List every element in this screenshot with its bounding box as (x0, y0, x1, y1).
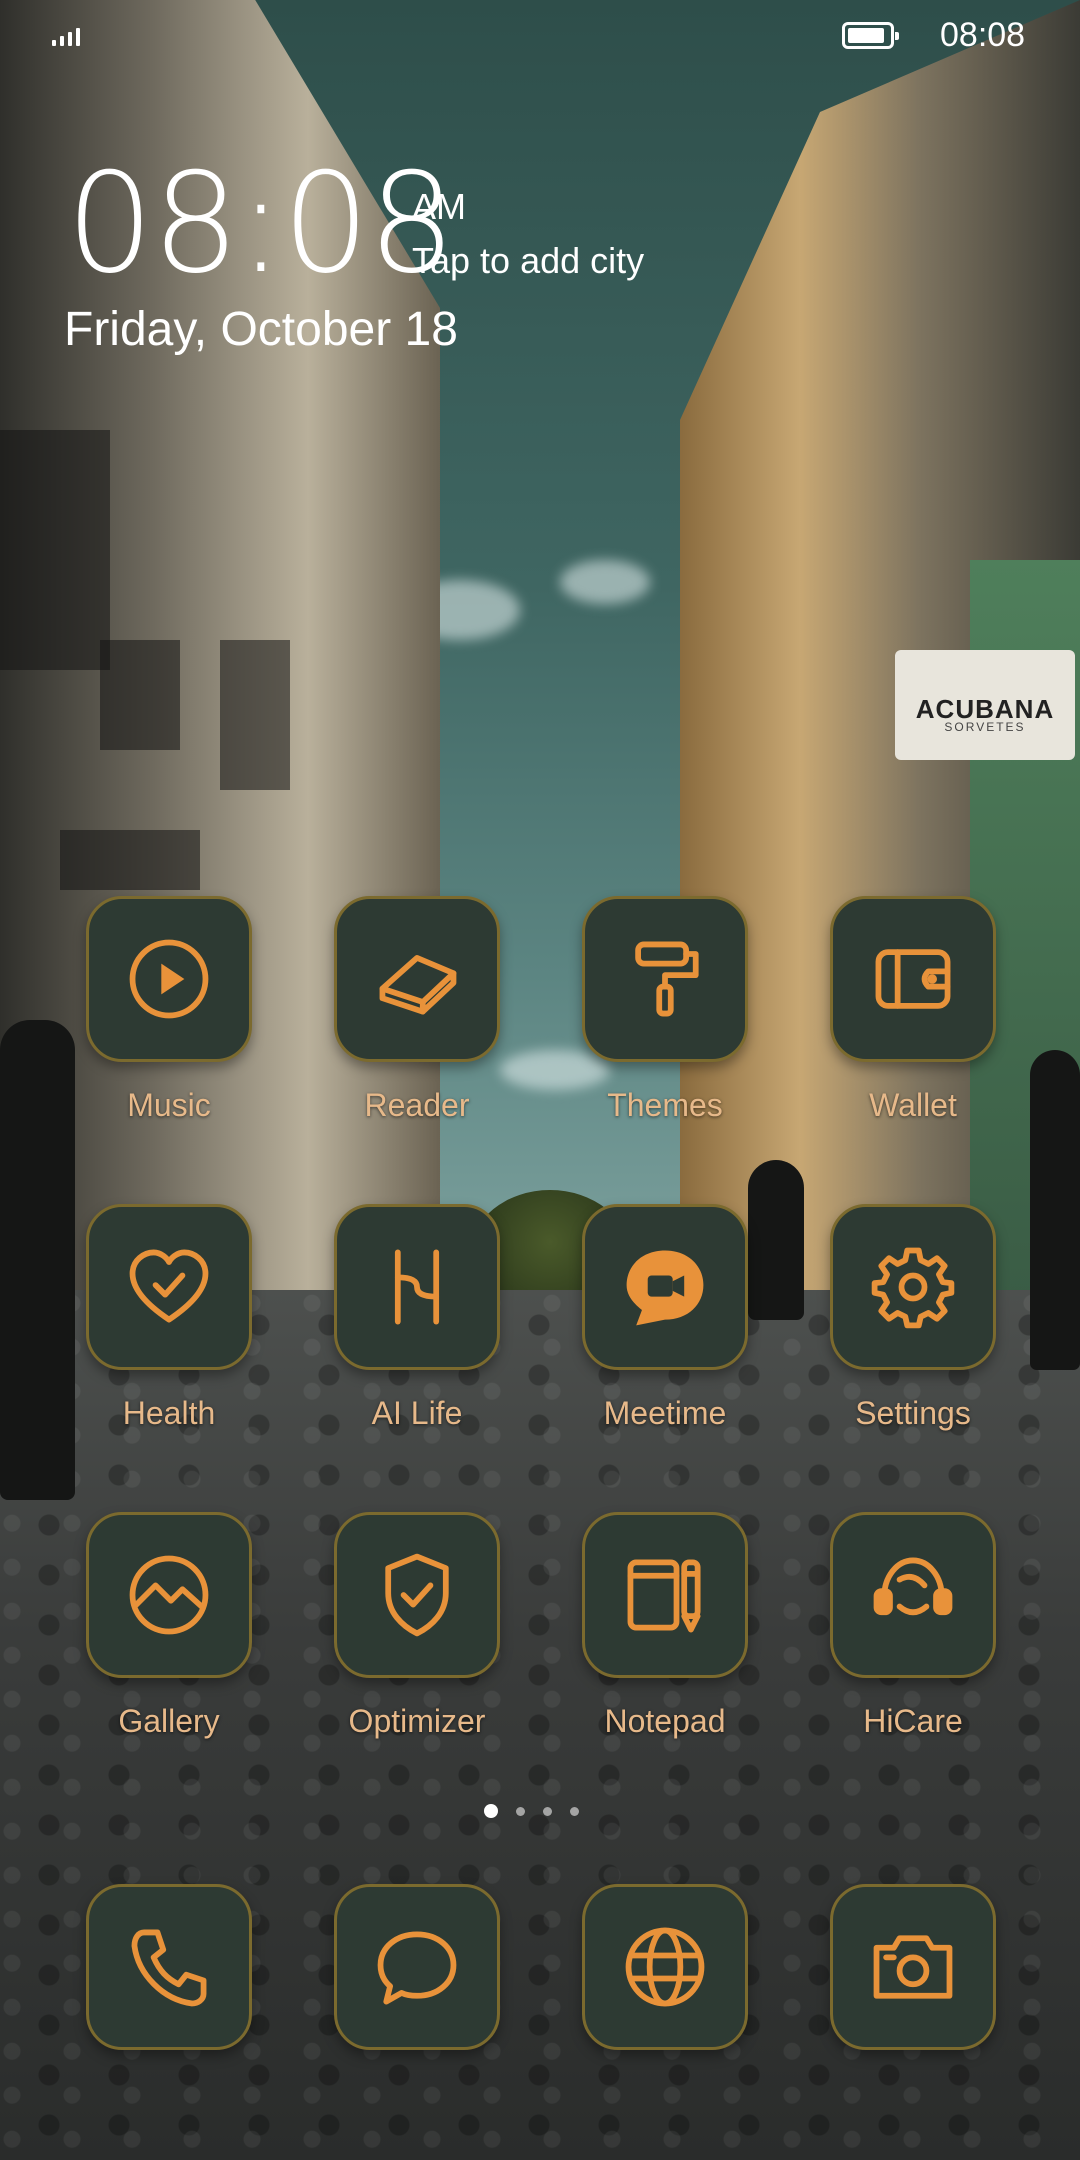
dock-messages[interactable] (334, 1884, 500, 2050)
app-tile[interactable] (86, 896, 252, 1062)
page-indicator[interactable] (484, 1804, 579, 1818)
wallpaper-person (748, 1160, 804, 1320)
page-dot[interactable] (570, 1806, 579, 1816)
ai-life-icon (394, 1249, 440, 1325)
wallpaper-shop-sign: ACUBANA SORVETES (895, 650, 1075, 760)
dock-camera[interactable] (830, 1884, 996, 2050)
app-gallery[interactable]: Gallery (86, 1512, 252, 1740)
app-label: HiCare (863, 1703, 963, 1739)
app-tile[interactable] (86, 1884, 252, 2050)
app-tile[interactable] (582, 1884, 748, 2050)
app-tile[interactable] (334, 1884, 500, 2050)
play-circle-icon (129, 939, 209, 1019)
app-meetime[interactable]: Meetime (582, 1204, 748, 1432)
clock-date: Friday, October 18 (64, 303, 458, 356)
paint-roller-icon (635, 941, 699, 1017)
page-dot[interactable] (543, 1806, 552, 1816)
video-chat-icon (626, 1250, 704, 1326)
battery-icon (842, 22, 899, 49)
message-icon (377, 1931, 457, 2005)
page-dot[interactable] (516, 1806, 525, 1816)
app-tile[interactable] (334, 1204, 500, 1370)
notepad-icon (627, 1559, 701, 1633)
browser-globe-icon (625, 1927, 705, 2007)
app-label: Themes (607, 1087, 723, 1123)
app-tile[interactable] (830, 896, 996, 1062)
clock-time[interactable]: 08:08 (66, 155, 456, 293)
app-wallet[interactable]: Wallet (830, 896, 996, 1124)
app-tile[interactable] (86, 1512, 252, 1678)
app-health[interactable]: Health (86, 1204, 252, 1432)
phone-icon (131, 1929, 207, 2007)
app-tile[interactable] (334, 1512, 500, 1678)
app-tile[interactable] (582, 896, 748, 1062)
app-tile[interactable] (830, 1884, 996, 2050)
app-label: Optimizer (348, 1703, 486, 1739)
app-label: Gallery (118, 1703, 220, 1739)
shield-check-icon (385, 1553, 449, 1637)
app-music[interactable]: Music (86, 896, 252, 1124)
gear-icon (871, 1247, 955, 1329)
book-icon (379, 955, 457, 1015)
dock-browser[interactable] (582, 1884, 748, 2050)
app-tile[interactable] (830, 1204, 996, 1370)
dock-phone[interactable] (86, 1884, 252, 2050)
status-time: 08:08 (940, 16, 1026, 54)
app-tile[interactable] (830, 1512, 996, 1678)
wallpaper-person (1030, 1050, 1080, 1370)
app-tile[interactable] (582, 1512, 748, 1678)
wallet-icon (875, 949, 951, 1009)
app-tile[interactable] (86, 1204, 252, 1370)
gallery-icon (129, 1555, 209, 1635)
app-label: Music (127, 1087, 211, 1123)
shop-sign-subtitle: SORVETES (944, 720, 1026, 734)
app-label: AI Life (371, 1395, 463, 1431)
app-label: Reader (364, 1087, 470, 1123)
app-label: Wallet (869, 1087, 957, 1123)
app-hicare[interactable]: HiCare (830, 1512, 996, 1740)
app-notepad[interactable]: Notepad (582, 1512, 748, 1740)
wallpaper-cloud (560, 560, 650, 604)
app-label: Health (122, 1395, 216, 1431)
app-label: Meetime (603, 1395, 727, 1431)
status-bar: 08:08 (0, 0, 1080, 74)
app-tile[interactable] (582, 1204, 748, 1370)
add-city-link[interactable]: Tap to add city (412, 240, 644, 282)
app-optimizer[interactable]: Optimizer (334, 1512, 500, 1740)
app-tile[interactable] (334, 896, 500, 1062)
app-settings[interactable]: Settings (830, 1204, 996, 1432)
app-label: Notepad (604, 1703, 726, 1739)
headset-icon (873, 1557, 953, 1616)
app-reader[interactable]: Reader (334, 896, 500, 1124)
app-themes[interactable]: Themes (582, 896, 748, 1124)
camera-icon (873, 1935, 953, 1999)
signal-bars-icon (52, 28, 80, 46)
page-dot-active[interactable] (484, 1804, 498, 1818)
app-ai-life[interactable]: AI Life (334, 1204, 500, 1432)
app-label: Settings (855, 1395, 971, 1431)
clock-ampm: AM (412, 186, 466, 227)
heart-check-icon (129, 1249, 209, 1323)
